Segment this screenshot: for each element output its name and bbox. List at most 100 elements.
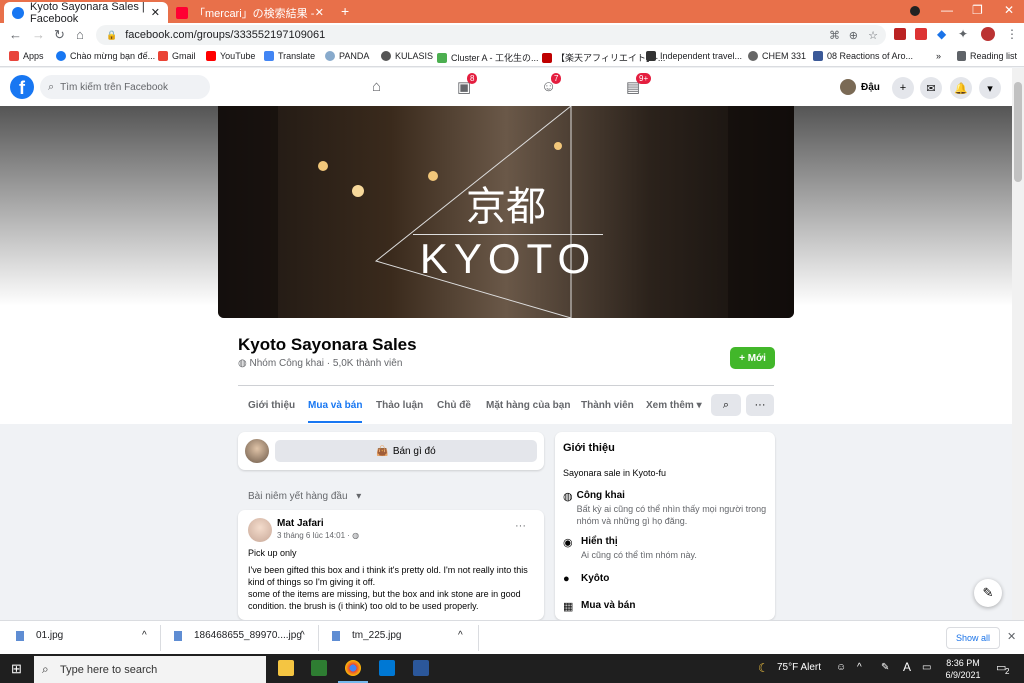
network-icon[interactable]: ▭	[922, 662, 931, 673]
minimize-icon[interactable]: —	[941, 3, 953, 17]
mail-app-icon[interactable]	[379, 660, 395, 676]
cover-kanji: 京都	[466, 184, 546, 230]
download-options-icon[interactable]: ^	[142, 630, 147, 641]
chrome-menu-icon[interactable]: ⋮	[1006, 27, 1018, 41]
facebook-search-input[interactable]: ⌕ Tìm kiếm trên Facebook	[40, 75, 210, 99]
maximize-icon[interactable]: ❐	[972, 3, 983, 17]
group-more-button[interactable]: ···	[746, 394, 774, 416]
tab-about[interactable]: Giới thiệu	[248, 400, 295, 411]
bookmarks-more-icon[interactable]: »	[936, 51, 941, 61]
bookmark-item[interactable]: YouTube	[206, 51, 255, 61]
facebook-logo[interactable]: f	[10, 75, 34, 99]
taskbar-search-input[interactable]: ⌕ Type here to search	[34, 656, 266, 683]
url-bar[interactable]: 🔒 facebook.com/groups/333552197109061 ⌘ …	[96, 25, 886, 45]
post-time[interactable]: 3 tháng 6 lúc 14:01 · ◍	[277, 531, 359, 540]
new-message-icon[interactable]: ✎	[974, 579, 1002, 607]
calculator-app-icon[interactable]	[311, 660, 327, 676]
tab-discussion[interactable]: Thảo luận	[376, 400, 423, 411]
profile-button[interactable]: Đậu	[840, 79, 880, 95]
page-scrollbar[interactable]	[1012, 68, 1024, 620]
file-explorer-icon[interactable]	[278, 660, 294, 676]
scrollbar-thumb[interactable]	[1014, 82, 1022, 182]
intro-item-title: Hiển thị	[581, 536, 618, 547]
zoom-icon[interactable]: ⊕	[849, 29, 858, 42]
chevron-up-icon[interactable]: ^	[857, 662, 862, 673]
more-glyph: »	[936, 51, 942, 61]
globe-icon: ◍	[238, 358, 250, 369]
close-window-icon[interactable]: ✕	[1004, 3, 1014, 17]
sell-something-button[interactable]: 👜 Bán gì đó	[275, 440, 537, 462]
groups-icon[interactable]: ☺ 7	[541, 73, 562, 95]
translate-icon[interactable]: ⌘	[829, 29, 840, 42]
people-icon[interactable]: ☺	[836, 662, 846, 673]
clock-date: 6/9/2021	[945, 670, 981, 680]
post-author[interactable]: Mat Jafari	[277, 518, 324, 529]
tab-facebook[interactable]: Kyoto Sayonara Sales | Facebook ✕	[4, 1, 168, 25]
bookmark-item[interactable]: PANDA	[325, 51, 369, 61]
create-icon[interactable]: +	[892, 77, 914, 99]
download-item[interactable]: 186468655_89970....jpg	[174, 630, 302, 641]
gaming-icon[interactable]: ▤ 9+	[626, 73, 652, 96]
bookmark-item[interactable]: Apps	[9, 51, 44, 61]
home-icon[interactable]: ⌂	[372, 78, 381, 95]
download-item[interactable]: 01.jpg	[16, 630, 63, 641]
yahoo-favicon-icon	[176, 6, 188, 19]
bookmark-label: Apps	[23, 51, 44, 61]
tab-see-more[interactable]: Xem thêm ▾	[646, 400, 702, 411]
group-search-button[interactable]: ⌕	[711, 394, 741, 416]
home-icon[interactable]: ⌂	[76, 27, 84, 42]
close-downloads-icon[interactable]: ✕	[1007, 630, 1016, 643]
watch-icon[interactable]: ▣ 8	[457, 73, 478, 96]
pen-icon[interactable]: ✎	[881, 662, 889, 673]
post-menu-button[interactable]: ···	[515, 520, 526, 532]
ime-indicator[interactable]: A	[903, 660, 911, 674]
tab-buy-sell[interactable]: Mua và bán	[308, 400, 363, 423]
reading-list-button[interactable]: Reading list	[957, 51, 1017, 61]
back-icon[interactable]: ←	[9, 27, 22, 42]
extension-icon[interactable]: ◆	[937, 27, 946, 41]
bookmark-item[interactable]: Cluster A - 工化生の...	[437, 51, 539, 64]
clock[interactable]: 8:36 PM 6/9/2021	[945, 657, 981, 681]
download-options-icon[interactable]: ^	[300, 630, 305, 641]
reading-list-label: Reading list	[970, 51, 1018, 61]
bookmark-item[interactable]: 08 Reactions of Aro...	[813, 51, 913, 61]
bookmark-item[interactable]: Chào mừng bạn đế...	[56, 51, 155, 61]
extension-icon[interactable]	[894, 28, 906, 40]
tab-your-items[interactable]: Mặt hàng của bạn	[486, 400, 570, 411]
notifications-icon[interactable]: 🔔	[950, 77, 972, 99]
new-button[interactable]: + Mới	[730, 347, 775, 369]
bookmark-item[interactable]: Independent travel...	[646, 51, 742, 61]
messenger-icon[interactable]: ✉	[920, 77, 942, 99]
close-tab-icon[interactable]: ✕	[315, 6, 324, 19]
pinned-listings-dropdown[interactable]: Bài niêm yết hàng đầu ▾	[248, 491, 361, 502]
avatar[interactable]	[248, 518, 272, 542]
weather-text[interactable]: 75°F Alert	[777, 662, 821, 673]
reload-icon[interactable]: ↻	[54, 27, 65, 43]
intro-item-location[interactable]: ● Kyôto	[563, 573, 609, 585]
close-tab-icon[interactable]: ✕	[151, 6, 160, 19]
bookmark-item[interactable]: Translate	[264, 51, 315, 61]
bookmark-item[interactable]: CHEM 331	[748, 51, 806, 61]
tab-yahoo[interactable]: 「mercari」の検索結果 - Yahoo!検 ✕	[168, 2, 332, 23]
bookmark-item[interactable]: KULASIS	[381, 51, 433, 61]
group-meta: ◍ Nhóm Công khai · 5,0K thành viên	[238, 358, 402, 369]
download-item[interactable]: tm_225.jpg	[332, 630, 401, 641]
windows-start-icon[interactable]: ⊞	[11, 661, 22, 677]
extensions-puzzle-icon[interactable]: ✦	[958, 27, 968, 41]
chrome-app-icon[interactable]	[345, 660, 361, 676]
new-tab-button[interactable]: +	[341, 3, 349, 19]
tab-topics[interactable]: Chủ đề	[437, 400, 471, 411]
tab-search-icon[interactable]	[910, 6, 920, 16]
extension-icon[interactable]	[915, 28, 927, 40]
word-app-icon[interactable]	[413, 660, 429, 676]
tab-members[interactable]: Thành viên	[581, 400, 634, 411]
show-all-downloads-button[interactable]: Show all	[946, 627, 1000, 649]
account-menu-icon[interactable]: ▾	[979, 77, 1001, 99]
star-icon[interactable]: ☆	[868, 29, 878, 42]
notification-center-icon[interactable]: ▭ 2	[996, 661, 1009, 676]
download-options-icon[interactable]: ^	[458, 630, 463, 641]
profile-avatar[interactable]	[981, 27, 995, 41]
moon-weather-icon[interactable]: ☾	[758, 661, 769, 675]
bookmark-item[interactable]: Gmail	[158, 51, 196, 61]
forward-icon[interactable]: →	[32, 27, 45, 42]
